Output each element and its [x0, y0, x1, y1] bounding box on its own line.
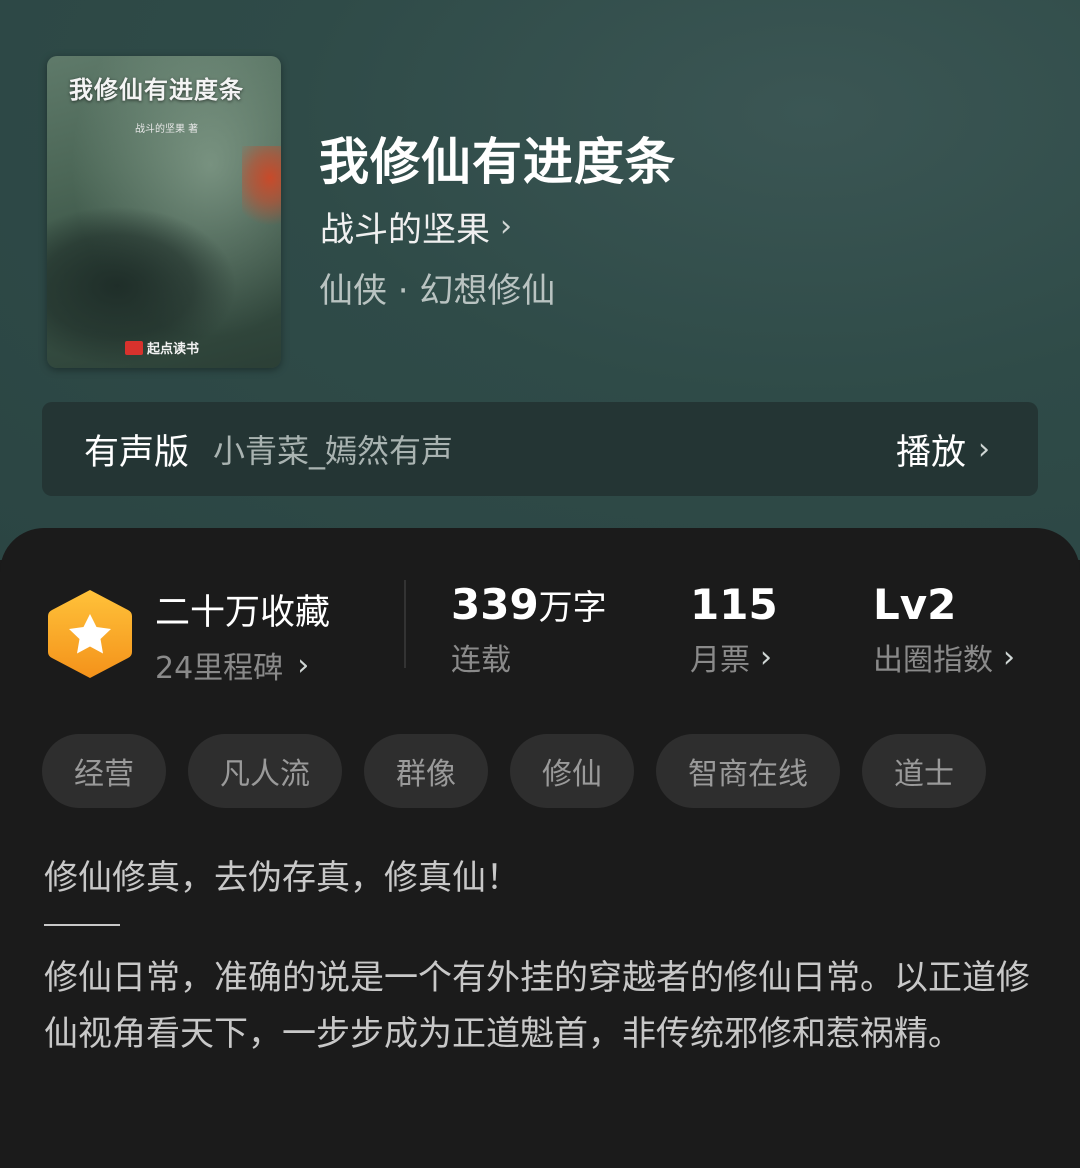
book-title: 我修仙有进度条 [319, 132, 676, 191]
chevron-right-icon: › [760, 639, 772, 675]
audio-version-bar[interactable]: 有声版 小青菜_嫣然有声 播放 › [42, 402, 1038, 496]
popularity-label: 出圈指数 [873, 643, 993, 678]
word-count-unit: 万字 [538, 588, 607, 628]
cover-title: 我修仙有进度条 [69, 75, 244, 104]
chevron-right-icon: › [297, 647, 310, 683]
stats-divider [404, 580, 406, 668]
tag-list: 经营 凡人流 群像 修仙 智商在线 道士 [42, 734, 986, 808]
book-cover[interactable]: 我修仙有进度条 战斗的坚果 著 起点读书 [47, 56, 281, 368]
monthly-votes-label: 月票 [690, 643, 750, 678]
description-separator [44, 924, 120, 926]
author-name: 战斗的坚果 [320, 210, 490, 250]
cover-leaves [242, 146, 281, 226]
tag-chip[interactable]: 修仙 [510, 734, 634, 808]
monthly-votes-stat[interactable]: 115 月票 › [690, 580, 778, 679]
tag-chip[interactable]: 智商在线 [656, 734, 840, 808]
chevron-right-icon: › [978, 431, 990, 467]
popularity-level: Lv2 [873, 580, 957, 629]
collection-stat[interactable]: 二十万收藏 24里程碑 › [155, 584, 330, 687]
book-description[interactable]: 修仙修真，去伪存真，修真仙！ 修仙日常，准确的说是一个有外挂的穿越者的修仙日常。… [44, 850, 1044, 1062]
chevron-right-icon: › [500, 209, 512, 244]
cover-brand-text: 起点读书 [147, 342, 200, 357]
audio-narrator: 小青菜_嫣然有声 [213, 432, 454, 470]
star-badge-icon [48, 590, 132, 678]
milestone-label: 24里程碑 [155, 651, 284, 686]
monthly-votes-value: 115 [690, 580, 778, 629]
description-body: 修仙日常，准确的说是一个有外挂的穿越者的修仙日常。以正道修仙视角看天下，一步步成… [44, 958, 1030, 1054]
play-label: 播放 [895, 432, 966, 473]
description-tagline: 修仙修真，去伪存真，修真仙！ [44, 858, 520, 898]
word-count-value: 339 [451, 580, 539, 629]
tag-chip[interactable]: 凡人流 [188, 734, 342, 808]
tag-chip[interactable]: 群像 [364, 734, 488, 808]
brand-logo-icon [125, 340, 143, 355]
genre-label: 仙侠 · 幻想修仙 [319, 271, 556, 311]
audio-label: 有声版 [84, 432, 190, 473]
author-link[interactable]: 战斗的坚果 › [320, 202, 512, 251]
word-count-stat: 339万字 连载 [451, 580, 607, 679]
collection-count: 二十万收藏 [155, 593, 331, 633]
cover-author: 战斗的坚果 著 [135, 124, 199, 135]
book-info-card: 二十万收藏 24里程碑 › 339万字 连载 115 月票 › Lv2 出圈指数… [0, 528, 1080, 1168]
chevron-right-icon: › [1003, 639, 1015, 675]
play-button[interactable]: 播放 › [896, 424, 990, 475]
popularity-index-stat[interactable]: Lv2 出圈指数 › [873, 580, 1015, 679]
serial-status: 连载 [451, 643, 511, 678]
cover-brand: 起点读书 [125, 338, 199, 357]
tag-chip[interactable]: 道士 [862, 734, 986, 808]
tag-chip[interactable]: 经营 [42, 734, 166, 808]
